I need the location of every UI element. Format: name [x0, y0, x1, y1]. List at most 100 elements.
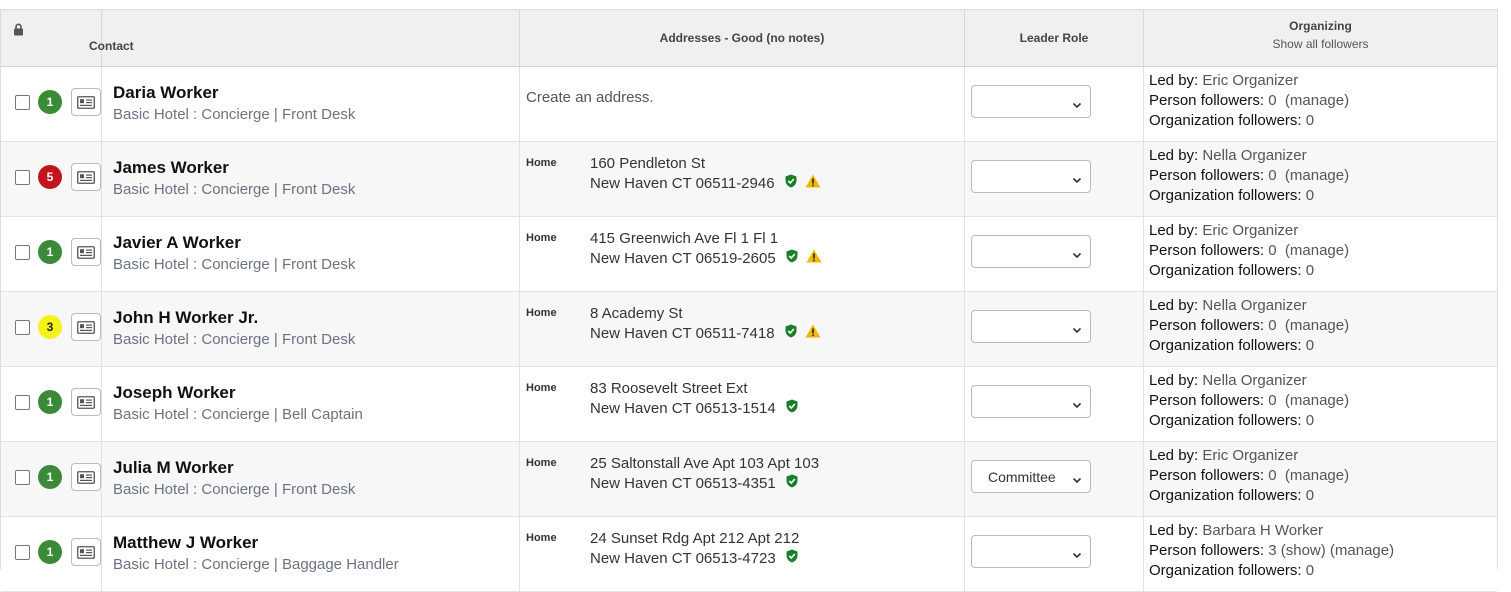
contact-name-link[interactable]: Daria Worker — [113, 82, 519, 104]
row-checkbox[interactable] — [15, 170, 30, 185]
row-checkbox[interactable] — [15, 95, 30, 110]
organizing-cell: Led by: Nella Organizer Person followers… — [1143, 141, 1497, 217]
leader-role-select[interactable] — [971, 235, 1091, 268]
org-followers-line: Organization followers: 0 — [1149, 411, 1497, 431]
contact-card-icon[interactable] — [71, 88, 101, 116]
score-badge: 1 — [38, 90, 62, 114]
row-checkbox[interactable] — [15, 470, 30, 485]
row-checkbox[interactable] — [15, 395, 30, 410]
leader-role-select[interactable] — [971, 160, 1091, 193]
person-followers-line: Person followers: 0 (manage) — [1149, 241, 1497, 261]
person-followers-line: Person followers: 0 (manage) — [1149, 316, 1497, 336]
person-followers-line: Person followers: 0 (manage) — [1149, 166, 1497, 186]
address-block[interactable]: 24 Sunset Rdg Apt 212 Apt 212 New Haven … — [590, 529, 799, 569]
contact-name-link[interactable]: Joseph Worker — [113, 382, 519, 404]
contact-name-link[interactable]: Matthew J Worker — [113, 532, 519, 554]
score-badge: 1 — [38, 240, 62, 264]
address-block[interactable]: 83 Roosevelt Street Ext New Haven CT 065… — [590, 379, 798, 419]
person-followers-value[interactable]: 0 (manage) — [1268, 392, 1349, 409]
row-checkbox[interactable] — [15, 245, 30, 260]
address-block[interactable]: 25 Saltonstall Ave Apt 103 Apt 103 New H… — [590, 454, 819, 494]
table-body: 1 Daria Worker Basic Hotel : Concierge |… — [1, 66, 1497, 592]
show-all-followers-link[interactable]: Show all followers — [1144, 37, 1497, 51]
person-followers-value[interactable]: 0 (manage) — [1268, 317, 1349, 334]
row-checkbox[interactable] — [15, 545, 30, 560]
address-block[interactable]: 8 Academy St New Haven CT 06511-7418 — [590, 304, 821, 344]
chevron-down-icon — [1072, 172, 1082, 188]
contact-name-link[interactable]: James Worker — [113, 157, 519, 179]
led-by-value[interactable]: Barbara H Worker — [1202, 522, 1323, 539]
led-by-value[interactable]: Eric Organizer — [1202, 222, 1298, 239]
warning-icon[interactable] — [806, 249, 822, 269]
person-followers-value[interactable]: 0 (manage) — [1268, 92, 1349, 109]
person-followers-value[interactable]: 0 (manage) — [1268, 467, 1349, 484]
leader-role-select[interactable] — [971, 85, 1091, 118]
address-line1: 415 Greenwich Ave Fl 1 Fl 1 — [590, 230, 779, 247]
led-by-value[interactable]: Eric Organizer — [1202, 447, 1298, 464]
contacts-table: Contact Addresses - Good (no notes) Lead… — [1, 10, 1497, 592]
org-followers-line: Organization followers: 0 — [1149, 111, 1497, 131]
address-type-label: Home — [526, 157, 557, 169]
led-by-value[interactable]: Nella Organizer — [1202, 372, 1306, 389]
person-followers-label: Person followers: — [1149, 92, 1265, 109]
contact-name-link[interactable]: John H Worker Jr. — [113, 307, 519, 329]
row-checkbox[interactable] — [15, 320, 30, 335]
person-followers-line: Person followers: 3 (show) (manage) — [1149, 541, 1497, 561]
person-followers-value[interactable]: 3 (show) (manage) — [1268, 542, 1394, 559]
header-addresses[interactable]: Addresses - Good (no notes) — [519, 10, 965, 67]
led-by-value[interactable]: Eric Organizer — [1202, 72, 1298, 89]
leader-role-select[interactable] — [971, 310, 1091, 343]
header-leader-role[interactable]: Leader Role — [964, 10, 1144, 67]
leader-role-cell — [964, 216, 1144, 292]
leader-role-select[interactable]: Committee — [971, 460, 1091, 493]
led-by-value[interactable]: Nella Organizer — [1202, 297, 1306, 314]
contact-cell: John H Worker Jr. Basic Hotel : Concierg… — [101, 291, 520, 367]
organizing-cell: Led by: Nella Organizer Person followers… — [1143, 291, 1497, 367]
verified-shield-icon — [786, 549, 798, 569]
address-line2: New Haven CT 06519-2605 — [590, 250, 776, 267]
led-by-value[interactable]: Nella Organizer — [1202, 147, 1306, 164]
header-contact[interactable]: Contact — [89, 39, 134, 53]
contact-cell: Julia M Worker Basic Hotel : Concierge |… — [101, 441, 520, 517]
org-followers-label: Organization followers: — [1149, 187, 1302, 204]
contact-card-icon[interactable] — [71, 538, 101, 566]
verified-shield-icon — [785, 174, 797, 194]
address-cell: Create an address. — [519, 66, 965, 142]
create-address-link[interactable]: Create an address. — [526, 89, 654, 106]
chevron-down-icon — [1072, 247, 1082, 263]
contact-cell: Matthew J Worker Basic Hotel : Concierge… — [101, 516, 520, 592]
org-followers-line: Organization followers: 0 — [1149, 261, 1497, 281]
score-badge: 3 — [38, 315, 62, 339]
contact-card-icon[interactable] — [71, 163, 101, 191]
contact-name-link[interactable]: Javier A Worker — [113, 232, 519, 254]
leader-role-select[interactable] — [971, 535, 1091, 568]
organizing-cell: Led by: Eric Organizer Person followers:… — [1143, 66, 1497, 142]
lock-icon[interactable] — [13, 23, 24, 39]
org-followers-value: 0 — [1305, 487, 1315, 504]
contact-card-icon[interactable] — [71, 388, 101, 416]
person-followers-line: Person followers: 0 (manage) — [1149, 91, 1497, 111]
warning-icon[interactable] — [805, 324, 821, 344]
contact-card-icon[interactable] — [71, 313, 101, 341]
score-badge: 1 — [38, 465, 62, 489]
led-by-line: Led by: Nella Organizer — [1149, 371, 1497, 391]
address-cell: Home 8 Academy St New Haven CT 06511-741… — [519, 291, 965, 367]
address-type-label: Home — [526, 457, 557, 469]
leader-role-select[interactable] — [971, 385, 1091, 418]
org-followers-label: Organization followers: — [1149, 337, 1302, 354]
person-followers-label: Person followers: — [1149, 242, 1265, 259]
header-lock-cell: Contact — [1, 10, 134, 67]
contact-name-link[interactable]: Julia M Worker — [113, 457, 519, 479]
select-cell: 3 — [1, 291, 102, 367]
warning-icon[interactable] — [805, 174, 821, 194]
address-block[interactable]: 415 Greenwich Ave Fl 1 Fl 1 New Haven CT… — [590, 229, 822, 269]
address-block[interactable]: 160 Pendleton St New Haven CT 06511-2946 — [590, 154, 821, 194]
leader-role-cell — [964, 291, 1144, 367]
person-followers-value[interactable]: 0 (manage) — [1268, 167, 1349, 184]
contact-card-icon[interactable] — [71, 238, 101, 266]
person-followers-value[interactable]: 0 (manage) — [1268, 242, 1349, 259]
contact-card-icon[interactable] — [71, 463, 101, 491]
led-by-label: Led by: — [1149, 297, 1199, 314]
select-cell: 1 — [1, 441, 102, 517]
address-line1: 24 Sunset Rdg Apt 212 Apt 212 — [590, 530, 800, 547]
